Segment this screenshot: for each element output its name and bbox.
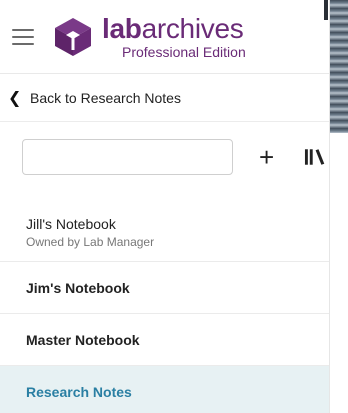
notebook-item-jills-notebook[interactable]: Jill's Notebook Owned by Lab Manager (0, 204, 329, 262)
back-to-research-notes-link[interactable]: ❮ Back to Research Notes (0, 74, 329, 122)
brand-wordmark: labarchives (102, 12, 244, 44)
notebook-item-master-notebook[interactable]: Master Notebook (0, 314, 329, 366)
brand-edition: Professional Edition (122, 43, 246, 60)
notebook-name: Jill's Notebook (26, 216, 116, 232)
labarchives-logo[interactable]: labarchives Professional Edition (52, 12, 246, 60)
notebook-name: Research Notes (26, 384, 132, 400)
notebook-name: Jim's Notebook (26, 279, 130, 296)
add-notebook-button[interactable]: + (247, 142, 286, 173)
notebook-list: Jill's Notebook Owned by Lab Manager Jim… (0, 204, 329, 413)
notebook-search-input[interactable] (22, 139, 234, 175)
background-image-fragment (324, 0, 348, 133)
notebook-item-jims-notebook[interactable]: Jim's Notebook (0, 262, 329, 314)
notebook-sidebar: labarchives Professional Edition ❮ Back … (0, 0, 330, 413)
notebook-owner: Owned by Lab Manager (26, 235, 155, 249)
sidebar-header: labarchives Professional Edition (0, 0, 329, 74)
notebook-name: Master Notebook (26, 331, 140, 348)
labarchives-cube-icon (55, 17, 91, 56)
library-icon[interactable] (304, 147, 329, 167)
notebook-toolbar: + (0, 122, 329, 192)
back-label: Back to Research Notes (30, 89, 181, 106)
chevron-left-icon: ❮ (8, 89, 22, 107)
notebook-item-research-notes[interactable]: Research Notes (0, 366, 329, 413)
menu-hamburger-icon[interactable] (12, 28, 34, 45)
